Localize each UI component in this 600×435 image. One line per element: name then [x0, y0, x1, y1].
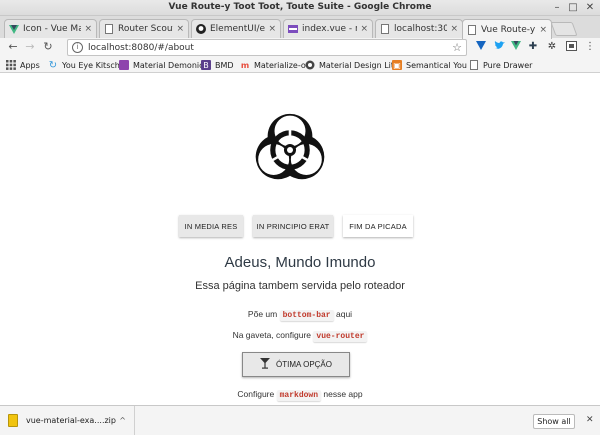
vue-router-line: Na gaveta, configure vue-router: [0, 330, 600, 342]
window-title: Vue Route-y Toot Toot, Toute Suite - Goo…: [168, 2, 432, 12]
page-icon: [104, 24, 114, 34]
line-text: Na gaveta, configure: [232, 330, 312, 340]
url-text[interactable]: localhost:8080/#/about: [88, 43, 194, 53]
site-info-icon[interactable]: i: [72, 42, 83, 53]
material-icon: [119, 60, 129, 70]
settings-extension-icon[interactable]: ✲: [546, 41, 558, 53]
martini-glass-icon: [259, 358, 270, 371]
bookmark-star-icon[interactable]: ☆: [452, 41, 462, 54]
tab-vue-route-y[interactable]: Vue Route-y Toot ×: [462, 19, 552, 39]
menu-kebab-icon[interactable]: ⋮: [584, 41, 596, 53]
window-title-bar: Vue Route-y Toot Toot, Toute Suite - Goo…: [0, 0, 600, 16]
in-media-res-button[interactable]: In Media Res: [179, 215, 243, 237]
bookmark-label: Pure Drawer: [483, 60, 533, 70]
vue-devtools-icon[interactable]: [475, 41, 487, 53]
bookmark-label: Material Design Lite: [319, 60, 399, 70]
tab-close-icon[interactable]: ×: [539, 25, 547, 35]
bookmark-you-eye-kitsch[interactable]: ↻ You Eye Kitsch: [48, 59, 120, 71]
tab-label: ElementUI/eleme: [210, 24, 266, 34]
new-tab-button[interactable]: [550, 22, 578, 36]
browser-toolbar: ← → ↻ i localhost:8080/#/about ☆ ✚ ✲ ⋮: [0, 38, 600, 57]
page-content: In Media Res In Principio Erat Fim da Pi…: [0, 74, 600, 405]
in-principio-erat-button[interactable]: In Principio Erat: [253, 215, 333, 237]
bottom-bar-line: Põe um bottom-bar aqui: [0, 309, 600, 321]
bookmark-label: Material Demonics: [133, 60, 208, 70]
forward-button[interactable]: →: [23, 40, 37, 54]
tab-label: Router Scouting: [118, 24, 173, 34]
tab-close-icon[interactable]: ×: [268, 24, 276, 34]
puzzle-extension-icon[interactable]: ✚: [527, 41, 539, 53]
fim-da-picada-button[interactable]: Fim da Picada: [343, 215, 413, 237]
reload-button[interactable]: ↻: [41, 40, 55, 54]
github-icon: [196, 24, 206, 34]
code-snippet: bottom-bar: [279, 310, 334, 321]
materialize-icon: m: [240, 60, 250, 70]
bookmarks-bar: Apps ↻ You Eye Kitsch Material Demonics …: [0, 57, 600, 73]
biohazard-icon: [255, 113, 325, 180]
vue-icon: [9, 24, 19, 34]
tab-close-icon[interactable]: ×: [360, 24, 368, 34]
page-heading: Adeus, Mundo Imundo: [224, 254, 376, 271]
download-filename: vue-material-exa....zip: [26, 416, 116, 425]
bookmark-materialize[interactable]: m Materialize-o: [240, 59, 306, 71]
tab-localhost-3000[interactable]: localhost:3000 ×: [375, 19, 463, 38]
bookmark-label: Apps: [20, 60, 40, 70]
show-all-button[interactable]: Show all: [533, 414, 575, 429]
download-item[interactable]: vue-material-exa....zip ^: [0, 406, 135, 435]
tab-router-scouting[interactable]: Router Scouting ×: [99, 19, 189, 38]
tab-close-icon[interactable]: ×: [176, 24, 184, 34]
code-snippet: markdown: [276, 390, 322, 401]
line-text: Configure: [237, 389, 275, 399]
page-icon: [380, 24, 390, 34]
otima-opcao-button[interactable]: Ótima Opção: [242, 352, 350, 377]
back-button[interactable]: ←: [6, 40, 20, 54]
tab-elementui[interactable]: ElementUI/eleme ×: [191, 19, 281, 38]
bookmark-semantical-you[interactable]: ▣ Semantical You: [392, 59, 467, 71]
bookmark-label: Materialize-o: [254, 60, 306, 70]
line-text: aqui: [335, 309, 353, 319]
address-bar[interactable]: i localhost:8080/#/about ☆: [67, 39, 467, 56]
tab-close-icon[interactable]: ×: [84, 24, 92, 34]
bookmark-apps[interactable]: Apps: [6, 59, 40, 71]
refresh-circle-icon: ↻: [48, 59, 58, 71]
close-download-bar-icon[interactable]: ✕: [586, 415, 594, 425]
tab-close-icon[interactable]: ×: [450, 24, 458, 34]
tab-label: index.vue - nuxt: [302, 24, 357, 34]
vue-extension-icon[interactable]: [510, 41, 522, 53]
markdown-line: Configure markdown nesse app: [0, 389, 600, 401]
page-icon: [467, 24, 477, 35]
tab-label: Vue Route-y Toot: [481, 24, 536, 35]
maximize-button[interactable]: □: [567, 2, 579, 14]
bookmark-pure-drawer[interactable]: Pure Drawer: [469, 59, 532, 71]
tab-index-vue[interactable]: index.vue - nuxt ×: [283, 19, 373, 38]
semantic-icon: ▣: [392, 60, 402, 70]
bookmark-material-demonics[interactable]: Material Demonics: [119, 59, 208, 71]
nuxt-icon: [288, 24, 298, 34]
zip-file-icon: [8, 414, 18, 427]
tab-vue-material[interactable]: Icon - Vue Materia ×: [4, 19, 97, 38]
code-snippet: vue-router: [313, 331, 368, 342]
line-text: nesse app: [323, 389, 363, 399]
download-bar: vue-material-exa....zip ^ Show all ✕: [0, 405, 600, 435]
otima-opcao-label: Ótima Opção: [275, 360, 332, 369]
close-window-button[interactable]: ✕: [584, 2, 596, 14]
bookmark-label: Semantical You: [406, 60, 467, 70]
bookmark-label: You Eye Kitsch: [62, 60, 120, 70]
tab-label: Icon - Vue Materia: [23, 24, 81, 34]
bookmark-bmd[interactable]: B BMD: [201, 59, 234, 71]
tab-strip: Icon - Vue Materia × Router Scouting × E…: [0, 16, 600, 39]
tab-label: localhost:3000: [394, 24, 447, 34]
minimize-button[interactable]: –: [551, 2, 563, 14]
line-text: Põe um: [247, 309, 278, 319]
apps-grid-icon: [6, 60, 16, 70]
page-subheading: Essa página tambem servida pelo roteador: [195, 280, 405, 292]
bootstrap-icon: B: [201, 60, 211, 70]
page-icon: [469, 60, 479, 70]
download-options-icon[interactable]: ^: [119, 416, 126, 425]
screenshot-extension-icon[interactable]: [565, 41, 577, 53]
twitter-icon[interactable]: [493, 41, 505, 53]
bookmark-label: BMD: [215, 60, 234, 70]
mdl-icon: [305, 60, 315, 70]
bookmark-mdl[interactable]: Material Design Lite: [305, 59, 399, 71]
